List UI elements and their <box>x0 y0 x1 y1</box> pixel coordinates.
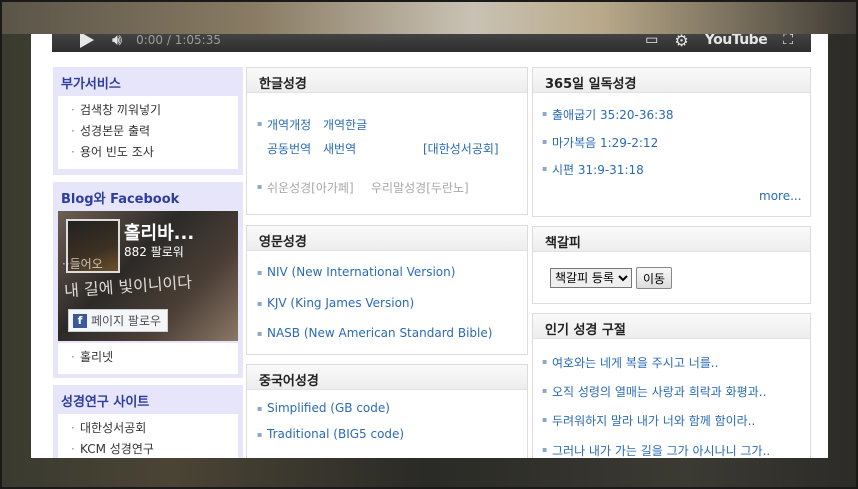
subtitles-icon[interactable]: ▭ <box>645 34 658 48</box>
bookmark-go-button[interactable]: 이동 <box>636 267 673 289</box>
services-box: 부가서비스 검색창 끼워넣기 성경본문 출력 용어 빈도 조사 <box>53 67 243 175</box>
service-item[interactable]: 검색창 끼워넣기 <box>71 100 228 121</box>
chinese-bible-title: 중국어성경 <box>247 365 527 390</box>
research-item[interactable]: 대한성서공회 <box>71 418 228 439</box>
facebook-followers: 882 팔로워 <box>124 245 184 259</box>
popular-verse-link[interactable]: 여호와는 네게 복을 주시고 너를.. <box>542 354 718 371</box>
gear-icon[interactable]: ⚙ <box>674 34 688 50</box>
korean-bible-title: 한글성경 <box>247 68 527 93</box>
page-content: 🔊︎ 0:00 / 1:05:35 ▭ ⚙ YouTube ⛶ 부가서비스 검색… <box>31 34 828 458</box>
link-kjv[interactable]: KJV (King James Version) <box>257 296 414 310</box>
research-title: 성경연구 사이트 <box>61 395 150 410</box>
link-traditional[interactable]: Traditional (BIG5 code) <box>257 427 404 441</box>
daily-reading-link[interactable]: 마가복음 1:29-2:12 <box>542 134 658 151</box>
fullscreen-icon[interactable]: ⛶ <box>783 34 793 48</box>
daily-reading-link[interactable]: 시편 31:9-31:18 <box>542 161 644 178</box>
facebook-icon: f <box>73 313 87 328</box>
link-saebeonyeok[interactable]: 새번역 <box>323 140 356 157</box>
left-sidebar: 부가서비스 검색창 끼워넣기 성경본문 출력 용어 빈도 조사 Blog와 Fa… <box>53 67 243 458</box>
chinese-bible-panel: 중국어성경 Simplified (GB code) Traditional (… <box>246 364 528 458</box>
service-item[interactable]: 용어 빈도 조사 <box>71 142 228 163</box>
popular-verses-panel: 인기 성경 구절 여호와는 네게 복을 주시고 너를.. 오직 성령의 열매는 … <box>532 313 811 458</box>
blog-title: Blog와 Facebook <box>61 192 180 207</box>
bookmark-panel: 책갈피 책갈피 등록 이동 <box>532 226 811 304</box>
link-gaeyeok-gaejeong[interactable]: 개역개정 <box>257 116 311 133</box>
volume-icon[interactable]: 🔊︎ <box>112 34 122 50</box>
video-player-controls: 🔊︎ 0:00 / 1:05:35 ▭ ⚙ YouTube ⛶ <box>52 34 811 52</box>
popular-verses-title: 인기 성경 구절 <box>533 314 810 339</box>
daily-reading-panel: 365일 일독성경 출애굽기 35:20-36:38 마가복음 1:29-2:1… <box>532 67 811 217</box>
facebook-page-name[interactable]: 홀리바... <box>124 219 194 245</box>
link-simplified[interactable]: Simplified (GB code) <box>257 401 390 415</box>
popular-verse-link[interactable]: 두려워하지 말라 내가 너와 함께 함이라.. <box>542 412 755 429</box>
facebook-widget[interactable]: 홀리바... 882 팔로워 ··들어오 내 길에 빛이니이다 f 페이지 팔로… <box>58 211 238 341</box>
research-item[interactable]: KCM 성경연구 <box>71 439 228 458</box>
link-gongdong[interactable]: 공동번역 <box>267 140 311 157</box>
blog-box: Blog와 Facebook 홀리바... 882 팔로워 ··들어오 내 길에… <box>53 182 243 378</box>
english-bible-title: 영문성경 <box>247 226 527 251</box>
video-time: 0:00 / 1:05:35 <box>136 34 221 47</box>
youtube-logo[interactable]: YouTube <box>705 34 768 48</box>
link-niv[interactable]: NIV (New International Version) <box>257 265 455 279</box>
blog-link-holynet[interactable]: 홀리넷 <box>71 347 228 368</box>
daily-reading-link[interactable]: 출애굽기 35:20-36:38 <box>542 106 674 123</box>
cover-script-line1: ··들어오 <box>62 257 103 271</box>
cover-script-line2: 내 길에 빛이니이다 <box>63 272 193 301</box>
play-icon[interactable] <box>80 34 94 48</box>
link-nasb[interactable]: NASB (New American Standard Bible) <box>257 326 492 340</box>
popular-verse-link[interactable]: 오직 성령의 열매는 사랑과 희락과 화평과.. <box>542 383 766 400</box>
research-box: 성경연구 사이트 대한성서공회 KCM 성경연구 <box>53 385 243 458</box>
services-title: 부가서비스 <box>61 77 121 92</box>
background-photo-top <box>0 0 858 34</box>
bookmark-select[interactable]: 책갈피 등록 <box>550 268 632 288</box>
link-urimal-bible[interactable]: 우리말성경[두란노] <box>371 179 469 196</box>
service-item[interactable]: 성경본문 출력 <box>71 121 228 142</box>
daily-reading-title: 365일 일독성경 <box>533 68 810 93</box>
link-easy-bible[interactable]: 쉬운성경[아가페] <box>257 179 354 196</box>
korean-bible-panel: 한글성경 개역개정 개역한글 공동번역 새번역 [대한성서공회] 쉬운성경[아가… <box>246 67 528 215</box>
link-gaeyeok-hangeul[interactable]: 개역한글 <box>323 116 367 133</box>
facebook-follow-label: 페이지 팔로우 <box>91 314 162 328</box>
english-bible-panel: 영문성경 NIV (New International Version) KJV… <box>246 225 528 355</box>
daily-more-link[interactable]: more... <box>759 189 802 203</box>
link-bible-society[interactable]: [대한성서공회] <box>423 140 499 157</box>
popular-verse-link[interactable]: 그러나 내가 가는 길을 그가 아시나니 그가.. <box>542 442 770 458</box>
facebook-follow-button[interactable]: f 페이지 팔로우 <box>68 309 169 332</box>
bookmark-title: 책갈피 <box>533 227 810 252</box>
